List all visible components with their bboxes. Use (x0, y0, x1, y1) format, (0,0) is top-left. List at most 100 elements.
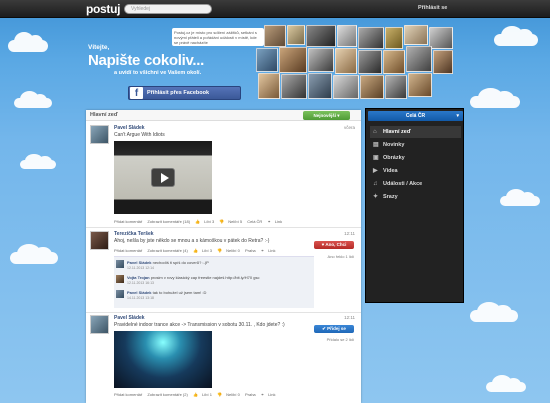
post-text: Ahoj, nešla by jste někdo se mnou a s ká… (114, 238, 270, 244)
link-link[interactable]: Link (268, 392, 275, 397)
post: Terezička Teršek Ahoj, nešla by jste něk… (90, 231, 358, 311)
sidebar-item-wall[interactable]: ⌂ Hlavní zeď (370, 126, 461, 138)
comment-avatar[interactable] (116, 290, 124, 298)
top-bar: postuj Vyhledej Přihlásit se (0, 0, 550, 18)
link-icon[interactable]: ⚭ (267, 219, 270, 224)
sidebar-item-images[interactable]: ▣ Obrázky (370, 152, 461, 164)
comment-avatar[interactable] (116, 275, 124, 283)
wall-header: Hlavní zeď Nejnovější ▾ (86, 110, 361, 121)
sidebar-item-label: Obrázky (383, 155, 405, 161)
add-comment-link[interactable]: Přidat komentář (114, 248, 142, 253)
home-icon: ⌂ (373, 129, 377, 135)
post-location: Praha (244, 248, 256, 253)
post-location: Celá ČR (247, 219, 263, 224)
post-actions: Přidat komentář Zobrazit komentáře (18) … (114, 219, 286, 224)
dislike-link[interactable]: Nelíbí 0 (226, 392, 240, 397)
collage-photo (383, 50, 405, 74)
collage-photo (337, 25, 357, 47)
show-comments-link[interactable]: Zobrazit komentáře (18) (147, 219, 190, 224)
news-icon: ▤ (373, 142, 379, 148)
post-actions: Přidat komentář Zobrazit komentáře (2) 👍… (114, 392, 280, 397)
dislike-icon[interactable]: 👎 (219, 219, 224, 224)
login-link[interactable]: Přihlásit se (418, 5, 447, 11)
link-link[interactable]: Link (275, 219, 282, 224)
comment-avatar[interactable] (116, 260, 124, 268)
post-actions: Přidat komentář Zobrazit komentáře (4) 👍… (114, 248, 280, 253)
join-button[interactable]: ✔ Přidej se (314, 325, 354, 333)
like-icon[interactable]: 👍 (193, 248, 198, 253)
main-wall: Hlavní zeď Nejnovější ▾ Pavel Sládek Can… (86, 110, 361, 403)
link-icon[interactable]: ⚭ (261, 248, 264, 253)
dislike-link[interactable]: Nelíbí 0 (226, 248, 240, 253)
sidebar-item-events[interactable]: ♫ Události / Akce (370, 178, 461, 190)
collage-photo (256, 48, 278, 72)
post-author[interactable]: Pavel Sládek (114, 125, 145, 131)
post-time: 12:11 (344, 315, 355, 320)
like-link[interactable]: Líbí 3 (204, 219, 214, 224)
post-location: Praha (244, 392, 256, 397)
chevron-down-icon: ▾ (337, 113, 340, 118)
collage-photo (306, 25, 336, 47)
comment-author[interactable]: Pavel Sládek (127, 290, 151, 295)
play-icon[interactable] (151, 168, 175, 187)
comment-time: 12.11.2013 12:14 (127, 266, 154, 270)
like-link[interactable]: Líbí 3 (202, 248, 212, 253)
sort-dropdown-button[interactable]: Nejnovější ▾ (303, 111, 350, 120)
comment-text: Vojta Trojan prosim v rovy klasický cap … (127, 275, 259, 280)
site-logo[interactable]: postuj (86, 2, 121, 16)
show-comments-link[interactable]: Zobrazit komentáře (4) (147, 248, 187, 253)
collage-photo (287, 25, 305, 45)
link-icon[interactable]: ⚭ (261, 392, 264, 397)
show-comments-link[interactable]: Zobrazit komentáře (2) (147, 392, 187, 397)
search-input[interactable]: Vyhledej (124, 4, 212, 14)
hero-title: Napište cokoliv... (88, 52, 205, 69)
comment-text: Pavel Sládek nechodíš ti spíš do coverů?… (127, 260, 209, 265)
vote-yes-button[interactable]: ♥ Ano, Chci (314, 241, 354, 249)
chevron-down-icon: ▾ (456, 113, 459, 119)
facebook-login-button[interactable]: f Přihlásit přes Facebook (128, 86, 241, 100)
like-icon[interactable]: 👍 (193, 392, 198, 397)
avatar[interactable] (90, 315, 109, 334)
check-icon: ✔ (322, 326, 326, 331)
avatar[interactable] (90, 231, 109, 250)
sidebar-item-meetups[interactable]: ✦ Srazy (370, 191, 461, 203)
collage-photo (385, 75, 407, 99)
comment-text: Pavel Sládek tak to bohužel už jsem tam!… (127, 290, 206, 295)
facebook-icon: f (130, 87, 143, 99)
collage-photo (258, 73, 280, 99)
add-comment-link[interactable]: Přidat komentář (114, 219, 142, 224)
post: Pavel Sládek Can't Argue With Idiots vče… (90, 125, 358, 225)
region-selector[interactable]: Celá ČR ▾ (368, 111, 463, 121)
comment-author[interactable]: Vojta Trojan (127, 275, 150, 280)
like-link[interactable]: Líbí 1 (202, 392, 212, 397)
region-label: Celá ČR (405, 113, 426, 119)
dislike-link[interactable]: Nelíbí 5 (228, 219, 242, 224)
like-icon[interactable]: 👍 (195, 219, 200, 224)
divider (86, 312, 361, 313)
dislike-icon[interactable]: 👎 (217, 248, 222, 253)
collage-photo (406, 46, 432, 72)
link-link[interactable]: Link (268, 248, 275, 253)
post-author[interactable]: Pavel Sládek (114, 315, 145, 321)
dislike-icon[interactable]: 👎 (217, 392, 222, 397)
comment-author[interactable]: Pavel Sládek (127, 260, 151, 265)
sidebar-item-videos[interactable]: ▶ Videa (370, 165, 461, 177)
sidebar-item-news[interactable]: ▤ Novinky (370, 139, 461, 151)
cloud-decoration (486, 375, 526, 392)
post-author[interactable]: Terezička Teršek (114, 231, 154, 237)
add-comment-link[interactable]: Přidat komentář (114, 392, 142, 397)
collage-photo (281, 74, 307, 99)
comment-time: 12.11.2013 16:13 (127, 281, 154, 285)
collage-photo (358, 50, 382, 74)
collage-photo (358, 27, 384, 49)
collage-photo (308, 48, 334, 72)
post-time: včera (343, 125, 355, 130)
avatar[interactable] (90, 125, 109, 144)
collage-photo (385, 27, 403, 49)
comment-body: tak to bohužel už jsem tam! :D (152, 290, 207, 295)
video-thumbnail[interactable] (114, 141, 212, 214)
comment-time: 14.11.2013 13:18 (127, 296, 154, 300)
event-photo[interactable] (114, 331, 212, 388)
hero-subtitle: a uvidí to všichni ve Vašem okolí. (114, 70, 202, 76)
comment-body: nechodíš ti spíš do coverů? :-)P (152, 260, 209, 265)
